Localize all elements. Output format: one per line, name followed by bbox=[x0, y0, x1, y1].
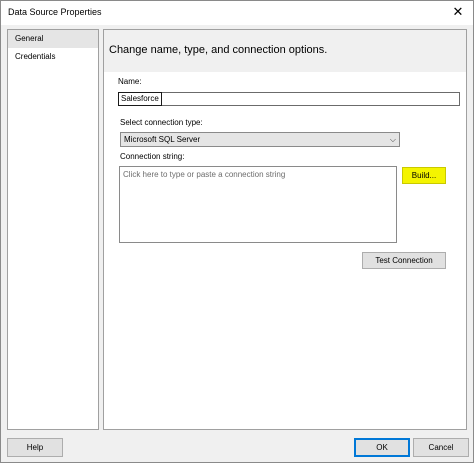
title-bar: Data Source Properties ✕ bbox=[1, 1, 473, 25]
close-icon[interactable]: ✕ bbox=[451, 5, 465, 19]
connection-string-label: Connection string: bbox=[120, 152, 185, 161]
name-field[interactable] bbox=[118, 92, 460, 106]
general-panel: Change name, type, and connection option… bbox=[103, 29, 467, 430]
sidebar: General Credentials bbox=[7, 29, 99, 430]
test-connection-button[interactable]: Test Connection bbox=[362, 252, 446, 269]
build-button[interactable]: Build... bbox=[402, 167, 446, 184]
ok-button[interactable]: OK bbox=[354, 438, 410, 457]
name-field-value[interactable]: Salesforce bbox=[118, 92, 162, 106]
window-title: Data Source Properties bbox=[8, 7, 102, 17]
name-label: Name: bbox=[118, 77, 142, 86]
connection-type-label: Select connection type: bbox=[120, 118, 203, 127]
connection-type-select[interactable]: Microsoft SQL Server ⌵ bbox=[120, 132, 400, 147]
sidebar-item-credentials[interactable]: Credentials bbox=[8, 48, 98, 66]
cancel-button[interactable]: Cancel bbox=[413, 438, 469, 457]
sidebar-item-general[interactable]: General bbox=[8, 30, 98, 48]
data-source-properties-dialog: Data Source Properties ✕ General Credent… bbox=[0, 0, 474, 463]
panel-header-text: Change name, type, and connection option… bbox=[109, 44, 328, 56]
connection-type-value: Microsoft SQL Server bbox=[124, 135, 201, 144]
panel-header: Change name, type, and connection option… bbox=[104, 30, 466, 72]
connection-string-placeholder: Click here to type or paste a connection… bbox=[123, 170, 286, 179]
help-button[interactable]: Help bbox=[7, 438, 63, 457]
chevron-down-icon[interactable]: ⌵ bbox=[390, 133, 396, 146]
connection-string-input[interactable]: Click here to type or paste a connection… bbox=[119, 166, 397, 243]
